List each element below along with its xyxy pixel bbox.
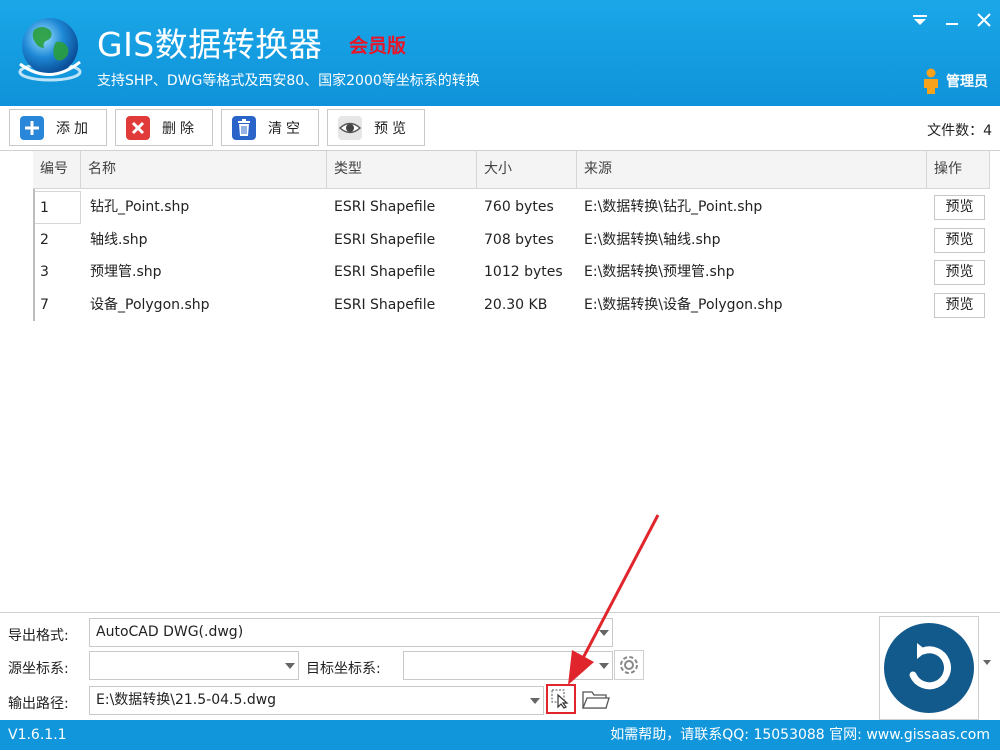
app-subtitle: 支持SHP、DWG等格式及西安80、国家2000等坐标系的转换 — [97, 73, 480, 89]
cell-type: ESRI Shapefile — [334, 264, 436, 280]
cell-size: 1012 bytes — [484, 264, 563, 280]
title-bar: GIS数据转换器 会员版 支持SHP、DWG等格式及西安80、国家2000等坐标… — [0, 0, 1000, 106]
column-header-name[interactable]: 名称 — [81, 151, 327, 188]
cell-name: 轴线.shp — [90, 232, 148, 248]
cell-type: ESRI Shapefile — [334, 232, 436, 248]
cell-id: 7 — [40, 297, 49, 313]
output-path-value: E:\数据转换\21.5-04.5.dwg — [96, 692, 277, 708]
table-row[interactable]: 2 轴线.shp ESRI Shapefile 708 bytes E:\数据转… — [35, 224, 990, 257]
conversion-settings: 导出格式: AutoCAD DWG(.dwg) 源坐标系: 目标坐标系: 输出路… — [0, 612, 1000, 720]
folder-icon — [582, 691, 610, 709]
export-format-label: 导出格式: — [8, 628, 69, 644]
cell-source: E:\数据转换\钻孔_Point.shp — [584, 199, 763, 215]
file-count: 文件数：4 — [927, 123, 992, 139]
cell-name: 预埋管.shp — [90, 264, 162, 280]
row-preview-button[interactable]: 预览 — [934, 293, 985, 318]
add-label: 添加 — [56, 120, 92, 137]
minimize-icon — [946, 23, 958, 25]
table-row[interactable]: 3 预埋管.shp ESRI Shapefile 1012 bytes E:\数… — [35, 256, 990, 289]
clear-button[interactable]: 清空 — [221, 109, 319, 146]
dropdown-menu-icon — [913, 15, 927, 25]
convert-button[interactable] — [879, 616, 979, 720]
refresh-convert-icon — [884, 623, 974, 713]
column-header-source[interactable]: 来源 — [577, 151, 927, 188]
dropdown-menu-button[interactable] — [904, 0, 936, 40]
select-output-button[interactable] — [546, 684, 576, 714]
cell-name: 钻孔_Point.shp — [90, 199, 190, 215]
column-header-size[interactable]: 大小 — [477, 151, 577, 188]
globe-icon — [18, 18, 82, 82]
row-preview-button[interactable]: 预览 — [934, 228, 985, 253]
table-header: 编号 名称 类型 大小 来源 操作 — [33, 151, 990, 189]
close-button[interactable] — [968, 0, 1000, 40]
chevron-down-icon — [599, 630, 609, 636]
file-table: 编号 名称 类型 大小 来源 操作 1 钻孔_Point.shp ESRI Sh… — [0, 150, 1000, 612]
row-preview-button[interactable]: 预览 — [934, 260, 985, 285]
cell-id: 3 — [40, 264, 49, 280]
cell-size: 20.30 KB — [484, 297, 548, 313]
help-contact[interactable]: 如需帮助，请联系QQ: 15053088 官网: www.gissaas.com — [610, 720, 990, 750]
table-row[interactable]: 1 钻孔_Point.shp ESRI Shapefile 760 bytes … — [35, 191, 990, 224]
gear-icon[interactable] — [614, 650, 644, 680]
user-account[interactable]: 管理员 — [922, 68, 988, 94]
chevron-down-icon — [599, 663, 609, 669]
cell-source: E:\数据转换\设备_Polygon.shp — [584, 297, 783, 313]
add-button[interactable]: 添加 — [9, 109, 107, 146]
cursor-select-icon — [551, 689, 569, 709]
clear-label: 清空 — [268, 120, 304, 137]
column-header-type[interactable]: 类型 — [327, 151, 477, 188]
target-crs-label: 目标坐标系: — [306, 661, 381, 677]
column-header-action[interactable]: 操作 — [927, 151, 990, 188]
source-crs-select[interactable] — [89, 651, 299, 680]
cell-source: E:\数据转换\轴线.shp — [584, 232, 721, 248]
output-path-input[interactable]: E:\数据转换\21.5-04.5.dwg — [89, 686, 544, 715]
toolbar: 添加 删除 清空 预览 文件数：4 — [0, 106, 1000, 150]
row-preview-button[interactable]: 预览 — [934, 195, 985, 220]
cell-source: E:\数据转换\预埋管.shp — [584, 264, 735, 280]
delete-x-icon — [126, 115, 150, 140]
table-row[interactable]: 7 设备_Polygon.shp ESRI Shapefile 20.30 KB… — [35, 289, 990, 322]
status-bar: V1.6.1.1 如需帮助，请联系QQ: 15053088 官网: www.gi… — [0, 720, 1000, 750]
user-icon — [924, 68, 938, 94]
plus-icon — [20, 115, 44, 140]
cell-id: 2 — [40, 232, 49, 248]
delete-button[interactable]: 删除 — [115, 109, 213, 146]
chevron-down-icon — [530, 698, 540, 704]
window-controls — [904, 0, 1000, 40]
chevron-down-icon — [285, 663, 295, 669]
export-format-value: AutoCAD DWG(.dwg) — [96, 624, 244, 640]
export-format-select[interactable]: AutoCAD DWG(.dwg) — [89, 618, 613, 647]
delete-label: 删除 — [162, 120, 198, 137]
eye-icon — [338, 115, 362, 140]
output-path-label: 输出路径: — [8, 696, 69, 712]
source-crs-label: 源坐标系: — [8, 661, 69, 677]
version-label: V1.6.1.1 — [8, 727, 67, 743]
convert-options-chevron-icon[interactable] — [983, 660, 991, 665]
minimize-button[interactable] — [936, 0, 968, 40]
cell-size: 760 bytes — [484, 199, 554, 215]
cell-id[interactable]: 1 — [35, 191, 81, 224]
app-title: GIS数据转换器 — [97, 25, 323, 64]
preview-button[interactable]: 预览 — [327, 109, 425, 146]
cell-name: 设备_Polygon.shp — [90, 297, 210, 313]
close-icon — [977, 13, 991, 27]
cell-size: 708 bytes — [484, 232, 554, 248]
trash-icon — [232, 115, 256, 140]
cell-type: ESRI Shapefile — [334, 199, 436, 215]
user-name: 管理员 — [946, 74, 988, 90]
cell-type: ESRI Shapefile — [334, 297, 436, 313]
edition-badge: 会员版 — [349, 35, 407, 57]
column-header-id[interactable]: 编号 — [33, 151, 81, 188]
target-crs-select[interactable] — [403, 651, 613, 680]
browse-folder-button[interactable] — [580, 686, 612, 714]
preview-label: 预览 — [374, 120, 410, 137]
